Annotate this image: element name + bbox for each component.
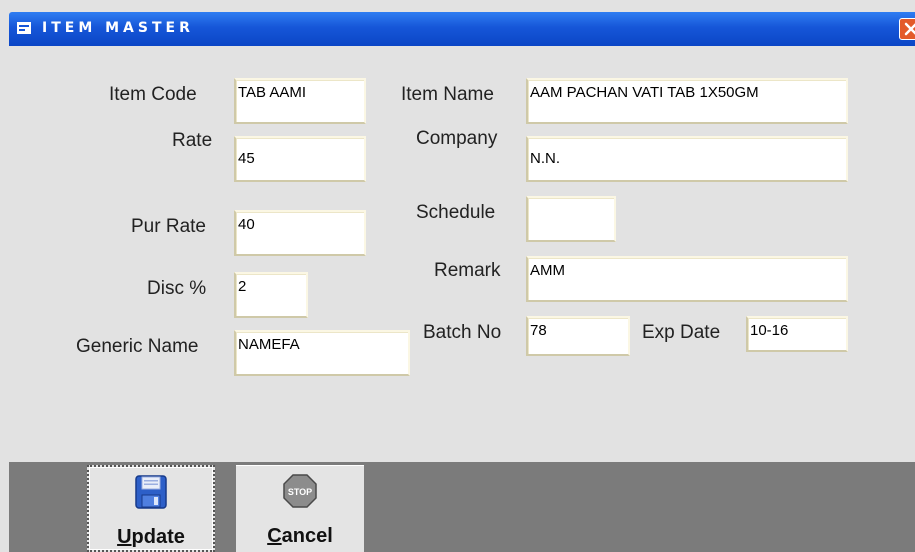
update-button-label: Update xyxy=(117,526,185,548)
pur-rate-label: Pur Rate xyxy=(131,216,206,237)
close-icon xyxy=(904,22,915,36)
batch-no-field[interactable]: 78 xyxy=(526,316,630,356)
item-code-label: Item Code xyxy=(109,84,197,105)
window-app-icon xyxy=(17,22,31,34)
cancel-button[interactable]: STOP Cancel xyxy=(236,465,364,552)
cancel-button-label: Cancel xyxy=(267,525,333,547)
stop-sign-text: STOP xyxy=(288,487,312,497)
generic-name-field[interactable]: NAMEFA xyxy=(234,330,410,376)
remark-label: Remark xyxy=(434,260,501,281)
item-code-field[interactable]: TAB AAMI xyxy=(234,78,366,124)
disc-percent-field[interactable]: 2 xyxy=(234,272,308,318)
disc-percent-label: Disc % xyxy=(147,278,207,299)
exp-date-field[interactable]: 10-16 xyxy=(746,316,848,352)
generic-name-label: Generic Name xyxy=(76,336,199,357)
close-button[interactable] xyxy=(899,18,915,40)
item-master-window: ITEM MASTER Item Code TAB AAMI Rate 45 P… xyxy=(0,0,915,552)
item-name-label: Item Name xyxy=(401,84,494,105)
company-label: Company xyxy=(416,128,498,149)
company-field[interactable]: N.N. xyxy=(526,136,848,182)
form-panel: Item Code TAB AAMI Rate 45 Pur Rate 40 D… xyxy=(9,46,915,462)
schedule-field[interactable] xyxy=(526,196,616,242)
stop-sign-icon: STOP xyxy=(283,474,317,508)
update-button[interactable]: Update xyxy=(87,465,215,552)
batch-no-label: Batch No xyxy=(423,322,502,343)
item-name-field[interactable]: AAM PACHAN VATI TAB 1X50GM xyxy=(526,78,848,124)
exp-date-label: Exp Date xyxy=(642,322,721,343)
remark-field[interactable]: AMM xyxy=(526,256,848,302)
floppy-disk-icon xyxy=(135,475,167,509)
title-bar[interactable]: ITEM MASTER xyxy=(9,12,915,46)
schedule-label: Schedule xyxy=(416,202,496,223)
window-title: ITEM MASTER xyxy=(42,20,194,36)
rate-label: Rate xyxy=(172,130,213,151)
pur-rate-field[interactable]: 40 xyxy=(234,210,366,256)
rate-field[interactable]: 45 xyxy=(234,136,366,182)
